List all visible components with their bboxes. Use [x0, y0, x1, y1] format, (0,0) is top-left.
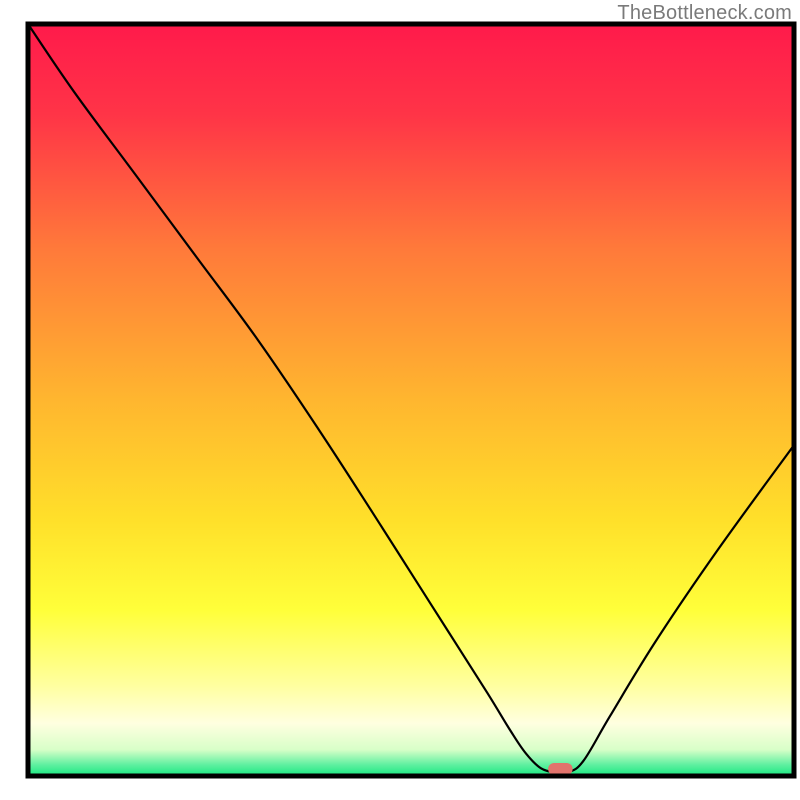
bottleneck-chart — [0, 0, 800, 800]
optimal-marker — [548, 763, 573, 775]
chart-container: TheBottleneck.com — [0, 0, 800, 800]
gradient-background — [28, 24, 794, 776]
watermark-text: TheBottleneck.com — [617, 2, 792, 25]
